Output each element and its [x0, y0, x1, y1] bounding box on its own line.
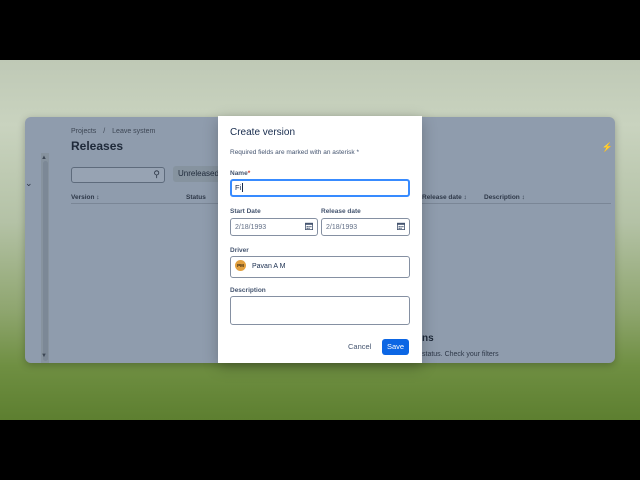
start-date-field[interactable]: 2/18/1993 [230, 218, 318, 236]
breadcrumb: Projects / Leave system [71, 128, 155, 135]
search-icon: ⚲ [153, 169, 160, 179]
column-header-release-date[interactable]: Release date ↕ [422, 194, 467, 201]
breadcrumb-separator: / [103, 128, 106, 135]
unreleased-filter-button[interactable]: Unreleased [173, 166, 224, 182]
required-fields-note: Required fields are marked with an aster… [230, 149, 359, 156]
driver-label: Driver [230, 247, 249, 254]
column-header-description[interactable]: Description ↕ [484, 194, 525, 201]
lightning-icon[interactable]: ⚡ [602, 142, 613, 153]
start-date-label: Start Date [230, 208, 261, 215]
create-version-dialog: Create version Required fields are marke… [218, 116, 422, 363]
column-header-version[interactable]: Version ↕ [71, 194, 100, 201]
calendar-icon[interactable] [305, 222, 313, 230]
column-header-status[interactable]: Status [186, 194, 206, 201]
save-button[interactable]: Save [382, 339, 409, 355]
name-field[interactable]: Fi [230, 179, 410, 197]
scroll-up-icon[interactable]: ▲ [41, 155, 47, 161]
scroll-down-icon[interactable]: ▼ [41, 353, 47, 359]
calendar-icon[interactable] [397, 222, 405, 230]
name-label: Name* [230, 170, 251, 177]
description-label: Description [230, 287, 266, 294]
release-date-value: 2/18/1993 [326, 224, 358, 231]
page-title: Releases [71, 139, 124, 153]
search-input[interactable]: ⚲ [71, 167, 165, 183]
scrollbar-thumb[interactable] [43, 161, 48, 361]
empty-state-title: ns [422, 333, 434, 344]
release-date-field[interactable]: 2/18/1993 [321, 218, 410, 236]
driver-name: Pavan A M [252, 263, 286, 270]
start-date-value: 2/18/1993 [235, 224, 267, 231]
cancel-button[interactable]: Cancel [344, 339, 375, 355]
breadcrumb-project[interactable]: Leave system [112, 128, 155, 135]
description-field[interactable] [230, 296, 410, 325]
avatar: PM [235, 260, 246, 271]
name-field-value: Fi [235, 183, 242, 192]
dialog-title: Create version [230, 127, 296, 138]
empty-state-subtitle: status. Check your filters [422, 351, 499, 358]
driver-select[interactable]: PM Pavan A M [230, 256, 410, 278]
breadcrumb-projects[interactable]: Projects [71, 128, 96, 135]
collapse-chevron-icon[interactable]: ⌄ [25, 178, 33, 189]
release-date-label: Release date [321, 208, 361, 215]
